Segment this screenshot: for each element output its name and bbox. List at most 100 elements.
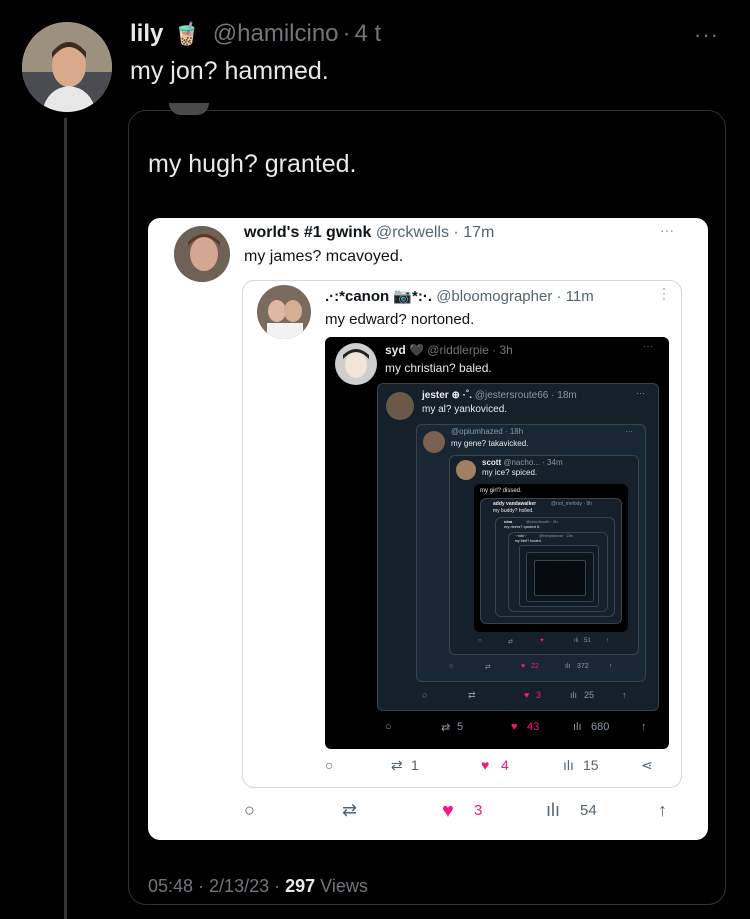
action-bar: ○ ⇄ ♥ 22 ılı 372 ↑ <box>449 663 639 675</box>
views-icon: ılı <box>563 757 574 773</box>
like-icon: ♥ <box>521 663 526 670</box>
action-bar: ○ ⇄ ♥ 3 ılı 25 ↑ <box>422 690 652 704</box>
avatar <box>257 285 311 339</box>
display-name: world's #1 gwink <box>244 224 372 241</box>
bubble-tea-emoji: 🧋 <box>173 21 201 46</box>
reply-icon: ○ <box>325 757 334 773</box>
like-count: 3 <box>536 690 542 700</box>
reply-icon: ○ <box>422 690 428 700</box>
timestamp[interactable]: 4 t <box>355 20 382 48</box>
quote-tweet-card: .·:*canon 📷*:·. @bloomographer · 11m ⋮ m… <box>242 280 682 788</box>
action-bar: ○ ⇄ ♥ ılı 51 ↑ <box>478 638 628 650</box>
tweet-header: scott @nacho... · 34m <box>482 458 563 467</box>
views-count: 372 <box>577 663 589 670</box>
quote-partial-header <box>169 103 209 115</box>
tweet-text: my buddy? holled. <box>493 508 534 514</box>
handle: @not_melody · 9h <box>551 501 592 507</box>
tweet-text: my ice? spiced. <box>482 468 538 477</box>
quote-tweet-card: my girl? dissed. addy vandawalker @not_m… <box>474 484 628 632</box>
nested-quote-tweets <box>519 545 599 607</box>
views-icon: ılı <box>565 663 571 670</box>
quote-tweet-card: ·:·tobi·:· @theoyliseman · 13m my thief?… <box>508 532 608 612</box>
share-icon: ↑ <box>641 721 647 733</box>
quote-tweet-card: @opiumhazed · 18h ··· my gene? takavicke… <box>416 424 646 682</box>
display-name: syd 🖤 <box>385 343 424 357</box>
avatar <box>335 343 377 385</box>
tweet-text: my al? yankoviced. <box>422 404 508 415</box>
share-icon: ⋖ <box>641 757 653 773</box>
display-name: jester ⊕ ·˚. <box>422 390 473 401</box>
retweet-icon: ⇄ <box>391 757 403 773</box>
more-options-icon: ··· <box>636 388 645 398</box>
tweet-header: syd 🖤 @riddlerpie · 3h <box>385 343 513 357</box>
tweet-text: my edward? nortoned. <box>325 311 475 328</box>
tweet-footer: 05:48 · 2/13/23 · 297 Views <box>148 876 368 897</box>
like-count: 22 <box>531 663 539 670</box>
post-timestamp: 05:48 · 2/13/23 · <box>148 876 286 896</box>
quote-tweet-card: jester ⊕ ·˚. @jestersroute66 · 18m ··· m… <box>377 383 659 711</box>
tweet-header: world's #1 gwink @rckwells · 17m <box>244 224 494 242</box>
tweet-text: my girl? dissed. <box>480 488 522 494</box>
like-count: 4 <box>501 757 509 773</box>
reply-icon: ○ <box>244 800 255 820</box>
tweet-text: my rivers? quoted it. <box>504 524 541 529</box>
more-options-icon: ··· <box>660 222 674 238</box>
retweet-icon: ⇄ <box>441 722 451 734</box>
views-count: 15 <box>583 757 599 773</box>
like-icon: ♥ <box>524 690 530 700</box>
views-icon: ılı <box>546 800 561 820</box>
views-icon: ılı <box>573 721 582 733</box>
display-name: addy vandawalker <box>493 501 537 507</box>
retweet-count: 1 <box>411 757 419 773</box>
views-count: 680 <box>591 721 610 733</box>
like-icon: ♥ <box>540 638 544 644</box>
quote-tweet-card: scott @nacho... · 34m my ice? spiced. my… <box>449 455 639 655</box>
embedded-screenshot[interactable]: world's #1 gwink @rckwells · 17m ··· my … <box>148 218 708 840</box>
share-icon: ↑ <box>658 800 667 820</box>
action-bar: ○ ⇄ 5 ♥ 43 ılı 680 ↑ <box>385 721 665 737</box>
display-name: .·:*canon 📷*:·. <box>325 288 433 305</box>
avatar <box>386 392 414 420</box>
views-count: 51 <box>584 638 591 644</box>
handle: @rckwells · 17m <box>375 224 495 241</box>
action-bar: ○ ⇄ 1 ♥ 4 ılı 15 ⋖ <box>325 757 675 777</box>
tweet-text: my gene? takavicked. <box>451 439 529 448</box>
retweet-icon: ⇄ <box>508 639 514 645</box>
views-count[interactable]: 297 <box>285 876 315 896</box>
avatar <box>174 226 230 282</box>
more-options-icon[interactable]: ··· <box>694 22 719 48</box>
handle: @jestersroute66 · 18m <box>474 390 577 401</box>
views-label: Views <box>320 876 368 896</box>
quote-text: my hugh? granted. <box>148 150 357 178</box>
display-name: scott <box>482 458 502 467</box>
like-icon: ♥ <box>481 757 490 773</box>
display-name: ·:·tobi·:· <box>515 534 528 538</box>
handle[interactable]: @hamilcino <box>213 20 339 48</box>
share-icon: ↑ <box>609 663 613 670</box>
retweet-icon: ⇄ <box>342 800 358 820</box>
quote-tweet-card: addy vandawalker @not_melody · 9h my bud… <box>480 498 622 624</box>
handle: @nacho... · 34m <box>503 458 563 467</box>
action-bar: ○ ⇄ ♥ 3 ılı 54 ↑ <box>244 800 684 824</box>
like-count: 43 <box>527 721 540 733</box>
quote-tweet-card: syd 🖤 @riddlerpie · 3h ··· my christian?… <box>325 337 669 749</box>
share-icon: ↑ <box>606 638 609 644</box>
display-name[interactable]: lily <box>130 20 163 48</box>
more-options-icon: ··· <box>625 427 633 436</box>
views-count: 25 <box>584 690 595 700</box>
share-icon: ↑ <box>622 690 627 700</box>
tweet-header: jester ⊕ ·˚. @jestersroute66 · 18m <box>422 390 577 401</box>
handle: @bloomographer · 11m <box>436 288 594 305</box>
avatar <box>423 431 445 453</box>
reply-icon: ○ <box>449 663 454 670</box>
handle: @theoyliseman · 13m <box>539 534 574 538</box>
handle: @opiumhazed · 18h <box>451 427 524 436</box>
avatar[interactable] <box>22 22 112 112</box>
views-icon: ılı <box>574 638 579 644</box>
retweet-count: 5 <box>457 721 464 733</box>
views-icon: ılı <box>570 690 578 700</box>
reply-icon: ○ <box>478 638 482 644</box>
quote-tweet-card: nina @cloudbooth · 5h my rivers? quoted … <box>495 517 615 617</box>
tweet-text: my jon? hammed. <box>130 57 329 85</box>
tweet-text: my thief? busted. <box>515 539 542 543</box>
